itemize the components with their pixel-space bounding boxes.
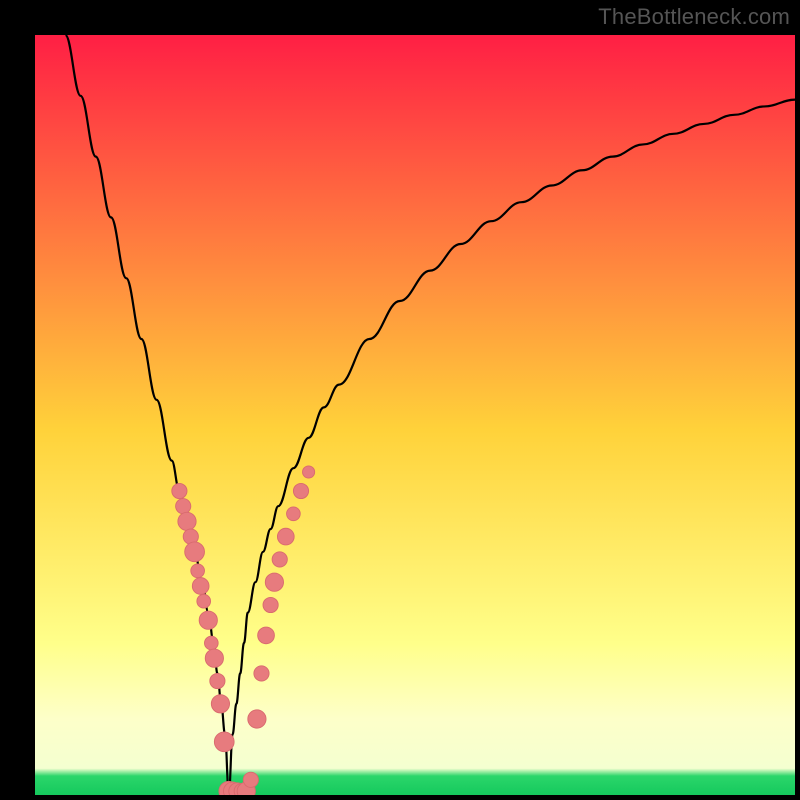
plot-area [35, 35, 795, 795]
data-marker [265, 573, 283, 591]
watermark-text: TheBottleneck.com [598, 4, 790, 30]
data-marker [272, 552, 287, 567]
data-marker [204, 636, 218, 650]
data-marker [248, 710, 266, 728]
chart-frame: TheBottleneck.com [0, 0, 800, 800]
data-marker [176, 499, 191, 514]
data-marker [287, 507, 301, 521]
data-marker [293, 483, 308, 498]
data-marker [205, 649, 223, 667]
data-marker [263, 597, 278, 612]
data-marker [303, 466, 315, 478]
data-marker [211, 695, 229, 713]
data-marker [185, 542, 205, 562]
data-marker [199, 611, 217, 629]
gradient-background [35, 35, 795, 795]
data-marker [178, 512, 196, 530]
bottleneck-chart-svg [35, 35, 795, 795]
data-marker [197, 594, 211, 608]
data-marker [254, 666, 269, 681]
data-marker [214, 732, 234, 752]
data-marker [191, 564, 205, 578]
data-marker [210, 673, 225, 688]
data-marker [277, 528, 294, 545]
data-marker [243, 772, 258, 787]
data-marker [258, 627, 275, 644]
data-marker [172, 483, 187, 498]
data-marker [192, 578, 209, 595]
